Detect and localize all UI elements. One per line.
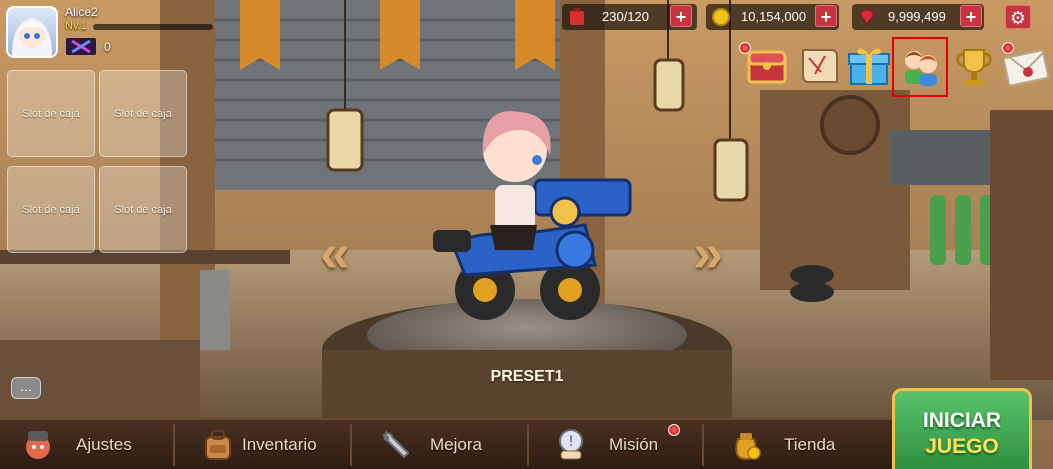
- add-energy-button[interactable]: +: [670, 5, 692, 27]
- player-avatar[interactable]: [6, 6, 58, 58]
- chat-label: …: [19, 379, 33, 394]
- backpack-icon: [205, 429, 231, 460]
- start-button-line2: JUEGO: [925, 435, 999, 458]
- nav-label-inventario: Inventario: [242, 434, 317, 454]
- character-on-vehicle: [433, 111, 632, 320]
- nav-label-mejora: Mejora: [430, 434, 482, 454]
- nav-item-mision[interactable]: ! Misión: [553, 420, 703, 469]
- badge-count: 0: [104, 40, 111, 54]
- item-slot-1[interactable]: Slot de caja: [7, 70, 95, 157]
- item-slot-4[interactable]: Slot de caja: [99, 166, 187, 253]
- nav-item-inventario[interactable]: Inventario: [200, 420, 350, 469]
- trophy-icon[interactable]: [950, 42, 998, 90]
- nav-item-ajustes[interactable]: Ajustes: [20, 420, 170, 469]
- xp-bar: [93, 24, 213, 30]
- energy-value: 230/120: [602, 9, 649, 24]
- player-name: Alice2: [65, 5, 98, 19]
- nav-divider: [702, 424, 704, 466]
- item-slot-3[interactable]: Slot de caja: [7, 166, 95, 253]
- start-game-button[interactable]: INICIAR JUEGO: [892, 388, 1032, 469]
- chest-notification-dot: [739, 42, 751, 54]
- svg-text:!: !: [568, 434, 574, 450]
- item-slot-label: Slot de caja: [22, 107, 80, 120]
- item-slot-label: Slot de caja: [114, 107, 172, 120]
- bottom-nav-bar: Ajustes Inventario Mejora ! Misión Tiend…: [0, 418, 892, 469]
- nav-divider: [350, 424, 352, 466]
- mechanic-wrench-icon: [26, 430, 50, 459]
- coins-value: 10,154,000: [741, 9, 807, 24]
- nav-label-mision: Misión: [609, 434, 659, 454]
- gold-coin-icon: [712, 8, 730, 26]
- item-slot-label: Slot de caja: [22, 203, 80, 216]
- chat-bubble-icon[interactable]: …: [11, 377, 41, 399]
- player-level: Nv.1: [65, 20, 87, 32]
- gems-value: 9,999,499: [888, 9, 946, 24]
- nav-label-tienda: Tienda: [784, 434, 836, 454]
- crossed-swords-icon: [71, 39, 91, 54]
- nav-item-tienda[interactable]: Tienda: [728, 420, 878, 469]
- avatar-portrait-icon: [12, 18, 52, 56]
- item-slot-2[interactable]: Slot de caja: [99, 70, 187, 157]
- preset-label: PRESET1: [490, 368, 564, 385]
- gift-box-icon[interactable]: [845, 42, 893, 90]
- add-gems-button[interactable]: +: [960, 5, 982, 27]
- add-coins-button[interactable]: +: [815, 5, 837, 27]
- rank-badge[interactable]: [66, 38, 96, 55]
- next-preset-arrow-icon[interactable]: »: [693, 222, 723, 284]
- nav-divider: [173, 424, 175, 466]
- previous-preset-arrow-icon[interactable]: «: [320, 222, 350, 284]
- nav-divider: [527, 424, 529, 466]
- friends-highlight-frame: [892, 37, 948, 97]
- nav-label-ajustes: Ajustes: [76, 434, 132, 454]
- wrench-icon: [382, 429, 410, 458]
- mail-notification-dot: [1002, 42, 1014, 54]
- nav-item-mejora[interactable]: Mejora: [378, 420, 528, 469]
- settings-gear-icon[interactable]: ⚙: [1005, 5, 1031, 29]
- mission-scroll-icon: !: [559, 428, 583, 459]
- fuel-can-icon: [570, 8, 584, 25]
- start-button-line1: INICIAR: [922, 409, 1002, 432]
- mission-notification-dot: [668, 424, 680, 436]
- scroll-map-icon[interactable]: [795, 42, 843, 90]
- ruby-gem-icon: [859, 9, 875, 25]
- coin-bag-icon: [735, 432, 761, 460]
- item-slot-label: Slot de caja: [114, 203, 172, 216]
